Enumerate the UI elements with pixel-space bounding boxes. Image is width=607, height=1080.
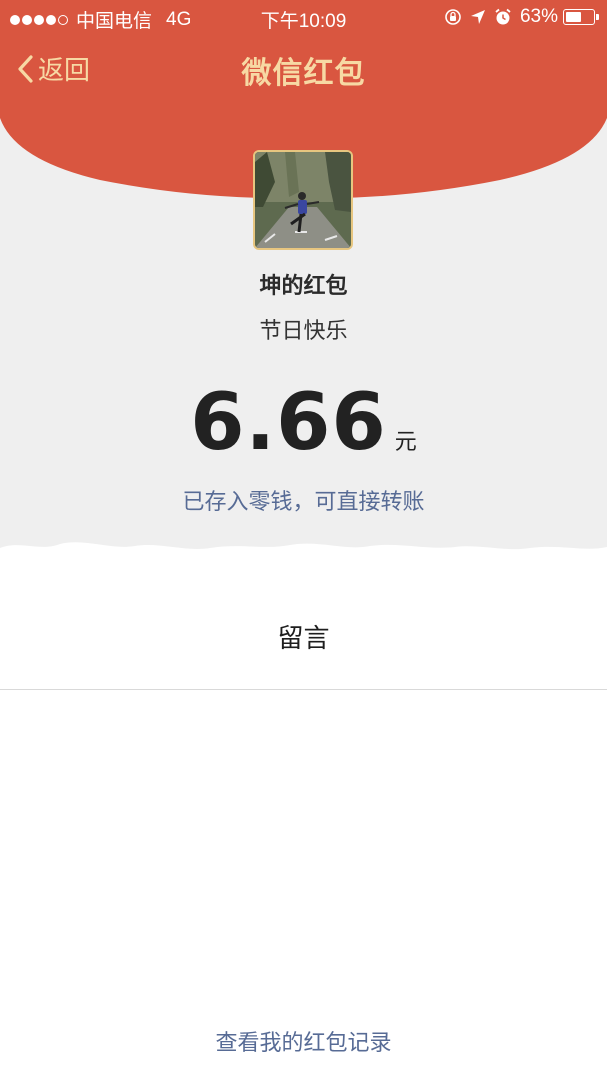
sender-name: 坤的红包 (259, 274, 348, 299)
amount-unit: 元 (394, 430, 417, 455)
battery-percent: 63% (519, 6, 558, 27)
clock: 下午10:09 (260, 11, 347, 32)
red-packet-detail-screen: 中国电信 4G 下午10:09 63% 返回 微信红包 坤的红包 节日快乐 6.… (0, 0, 607, 1080)
balance-link[interactable]: 已存入零钱，可直接转账 (0, 484, 607, 516)
alarm-icon (494, 8, 512, 26)
status-bar: 中国电信 4G 下午10:09 63% (0, 0, 607, 34)
greeting-message: 节日快乐 (259, 319, 348, 344)
amount-row: 6.66 元 (0, 378, 607, 468)
rotation-lock-icon (444, 8, 462, 26)
page-title: 微信红包 (241, 56, 366, 91)
sender-avatar[interactable] (253, 150, 353, 250)
message-button[interactable]: 留言 (0, 618, 607, 655)
location-arrow-icon (470, 9, 486, 25)
avatar-photo (255, 152, 351, 248)
torn-paper-edge (0, 542, 607, 590)
divider (0, 689, 607, 690)
amount-value: 6.66 (190, 378, 387, 468)
view-records-link[interactable]: 查看我的红包记录 (0, 1025, 607, 1057)
battery-icon (563, 9, 599, 25)
